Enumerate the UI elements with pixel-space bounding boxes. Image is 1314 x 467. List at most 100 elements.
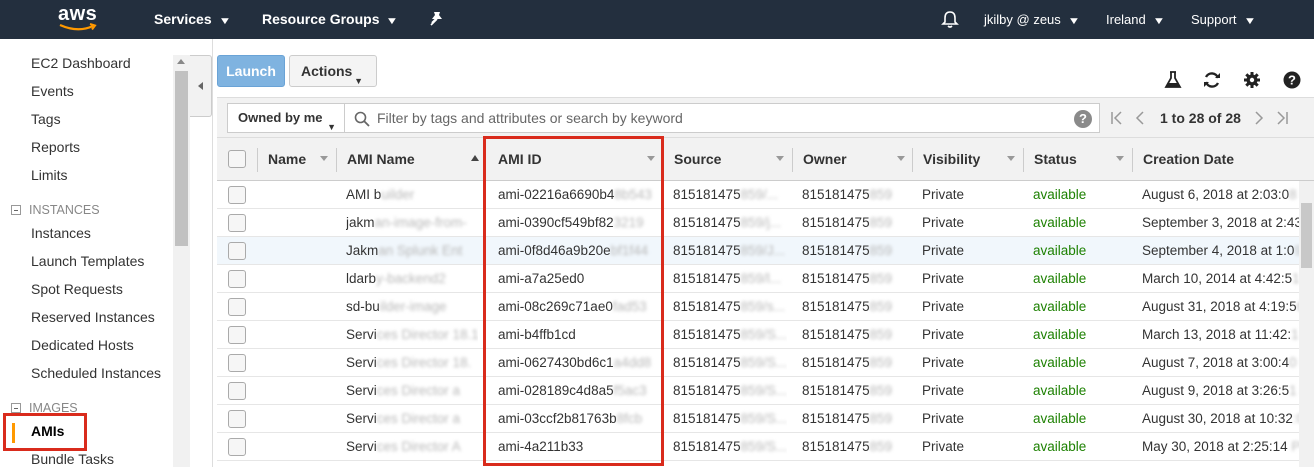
launch-button[interactable]: Launch [217, 55, 285, 87]
row-checkbox[interactable] [228, 438, 246, 456]
next-page-icon[interactable] [1252, 111, 1266, 125]
sidebar-item-instances[interactable]: Instances [31, 225, 91, 241]
cell-text: Private [922, 243, 965, 258]
cell-text: 815181475 [802, 271, 870, 286]
row-checkbox[interactable] [228, 326, 246, 344]
table-row[interactable]: Services Director 18.1 ami-b4ffb1cd 815181… [217, 321, 1314, 349]
table-row[interactable]: sd-builder-image ami-08c269c71ae0fad53 815… [217, 293, 1314, 321]
sidebar-scrollbar[interactable] [173, 55, 190, 467]
cell-source: 815181475859/l... [673, 265, 787, 293]
row-checkbox[interactable] [228, 410, 246, 428]
flask-icon[interactable] [1163, 70, 1183, 90]
row-checkbox[interactable] [228, 214, 246, 232]
sidebar-item-limits[interactable]: Limits [31, 167, 68, 183]
column-header-ami-name[interactable]: AMI Name [347, 138, 415, 182]
cell-status: available [1033, 321, 1129, 349]
last-page-icon[interactable] [1275, 111, 1289, 125]
table-row[interactable]: Jakman Splunk Ent ami-0f8d46a9b20ebf1f44 8… [217, 237, 1314, 265]
redacted-text: ces Director 18.1 [376, 327, 478, 342]
row-checkbox[interactable] [228, 186, 246, 204]
cell-visibility: Private [922, 349, 1020, 377]
sidebar-item-ec2-dashboard[interactable]: EC2 Dashboard [31, 55, 131, 71]
services-label: Services [154, 11, 212, 27]
support-menu[interactable]: Support ▼ [1191, 0, 1256, 39]
table-row[interactable]: Services Director 18. ami-0627430bd6c1a4d… [217, 349, 1314, 377]
sidebar-item-events[interactable]: Events [31, 83, 74, 99]
help-icon[interactable]: ? [1282, 70, 1302, 90]
column-menu-icon[interactable] [1116, 156, 1124, 161]
bell-icon[interactable] [940, 9, 960, 30]
redacted-text: 859/S... [740, 411, 787, 426]
aws-logo[interactable]: aws [58, 3, 100, 35]
cell-owner: 815181475859 [802, 377, 907, 405]
sidebar-item-bundle-tasks[interactable]: Bundle Tasks [31, 451, 114, 467]
cell-created: September 3, 2018 at 2:43:3 [1142, 209, 1300, 237]
row-checkbox[interactable] [228, 382, 246, 400]
table-row[interactable]: jakman-image-from-ami-0390cf549bf823219 8… [217, 209, 1314, 237]
row-checkbox[interactable] [228, 242, 246, 260]
sidebar-item-reports[interactable]: Reports [31, 139, 80, 155]
table-scroll-thumb[interactable] [1301, 203, 1312, 268]
column-header-owner[interactable]: Owner [803, 138, 847, 182]
gear-icon[interactable] [1242, 70, 1262, 90]
sidebar-item-spot-requests[interactable]: Spot Requests [31, 281, 123, 297]
actions-button[interactable]: Actions ▼ [289, 55, 377, 87]
cell-text: September 4, 2018 at 1:0 [1142, 243, 1295, 258]
sidebar-item-scheduled-instances[interactable]: Scheduled Instances [31, 365, 161, 381]
top-nav: aws Services ▼ Resource Groups ▼ jkilby @ … [0, 0, 1314, 39]
column-header-name[interactable]: Name [268, 138, 306, 182]
prev-page-icon[interactable] [1133, 111, 1147, 125]
redacted-text: ces Director a [376, 383, 461, 398]
cell-text: 815181475 [802, 439, 870, 454]
search-input[interactable]: Filter by tags and attributes or search … [344, 103, 1100, 133]
redacted-text: 859 [869, 327, 893, 342]
column-header-creation-date[interactable]: Creation Date [1143, 138, 1234, 182]
table-scrollbar[interactable] [1299, 181, 1314, 467]
region-menu[interactable]: Ireland ▼ [1106, 0, 1165, 39]
row-checkbox[interactable] [228, 354, 246, 372]
sidebar-item-tags[interactable]: Tags [31, 111, 61, 127]
column-menu-icon[interactable] [320, 156, 328, 161]
table-row[interactable]: AMI builder ami-02216a6690b48b543 81518147… [217, 181, 1314, 209]
search-help-icon[interactable]: ? [1074, 110, 1092, 128]
cell-created: March 13, 2018 at 11:42:1 [1142, 321, 1300, 349]
services-menu[interactable]: Services ▼ [154, 0, 231, 39]
column-menu-icon[interactable] [897, 156, 905, 161]
redacted-text: 859/S... [740, 327, 787, 342]
sidebar-item-dedicated-hosts[interactable]: Dedicated Hosts [31, 337, 134, 353]
redacted-text: 859/S... [740, 439, 787, 454]
table-row[interactable]: ldarby-backend2 ami-a7a25ed0 815181475859/… [217, 265, 1314, 293]
resource-groups-menu[interactable]: Resource Groups ▼ [262, 0, 399, 39]
cell-text: available [1033, 383, 1087, 398]
sidebar-item-launch-templates[interactable]: Launch Templates [31, 253, 144, 269]
sidebar-scroll-thumb[interactable] [175, 71, 188, 246]
section-instances[interactable]: INSTANCES [11, 203, 100, 217]
column-menu-icon[interactable] [776, 156, 784, 161]
table-row[interactable]: Services Director a ami-03ccf2b81763b8fcb… [217, 405, 1314, 433]
redacted-text: 859 [869, 271, 893, 286]
collapse-sidebar-button[interactable] [190, 55, 212, 117]
refresh-icon[interactable] [1202, 70, 1222, 90]
row-checkbox[interactable] [228, 298, 246, 316]
account-menu[interactable]: jkilby @ zeus ▼ [984, 0, 1080, 39]
collapse-icon [11, 205, 21, 215]
pushpin-icon[interactable] [428, 10, 446, 28]
scroll-up-icon[interactable] [177, 59, 185, 64]
first-page-icon[interactable] [1110, 111, 1124, 125]
owner-filter-dropdown[interactable]: Owned by me ▼ [227, 103, 344, 133]
cell-source: 815181475859/S... [673, 433, 787, 461]
row-checkbox[interactable] [228, 270, 246, 288]
select-all-checkbox[interactable] [228, 150, 246, 168]
column-header-status[interactable]: Status [1034, 138, 1077, 182]
redacted-text: 859/... [740, 187, 779, 202]
cell-text: 815181475 [802, 299, 870, 314]
column-header-visibility[interactable]: Visibility [923, 138, 980, 182]
resource-groups-label: Resource Groups [262, 11, 380, 27]
column-header-source[interactable]: Source [674, 138, 721, 182]
sidebar-item-reserved-instances[interactable]: Reserved Instances [31, 309, 155, 325]
sort-ascending-icon[interactable] [471, 155, 479, 161]
table-row[interactable]: Services Director a ami-028189c4d8a5f5ac3… [217, 377, 1314, 405]
owner-filter-label: Owned by me [238, 110, 323, 125]
column-menu-icon[interactable] [1007, 156, 1015, 161]
table-row[interactable]: Services Director Aami-4a211b33 815181475… [217, 433, 1314, 461]
